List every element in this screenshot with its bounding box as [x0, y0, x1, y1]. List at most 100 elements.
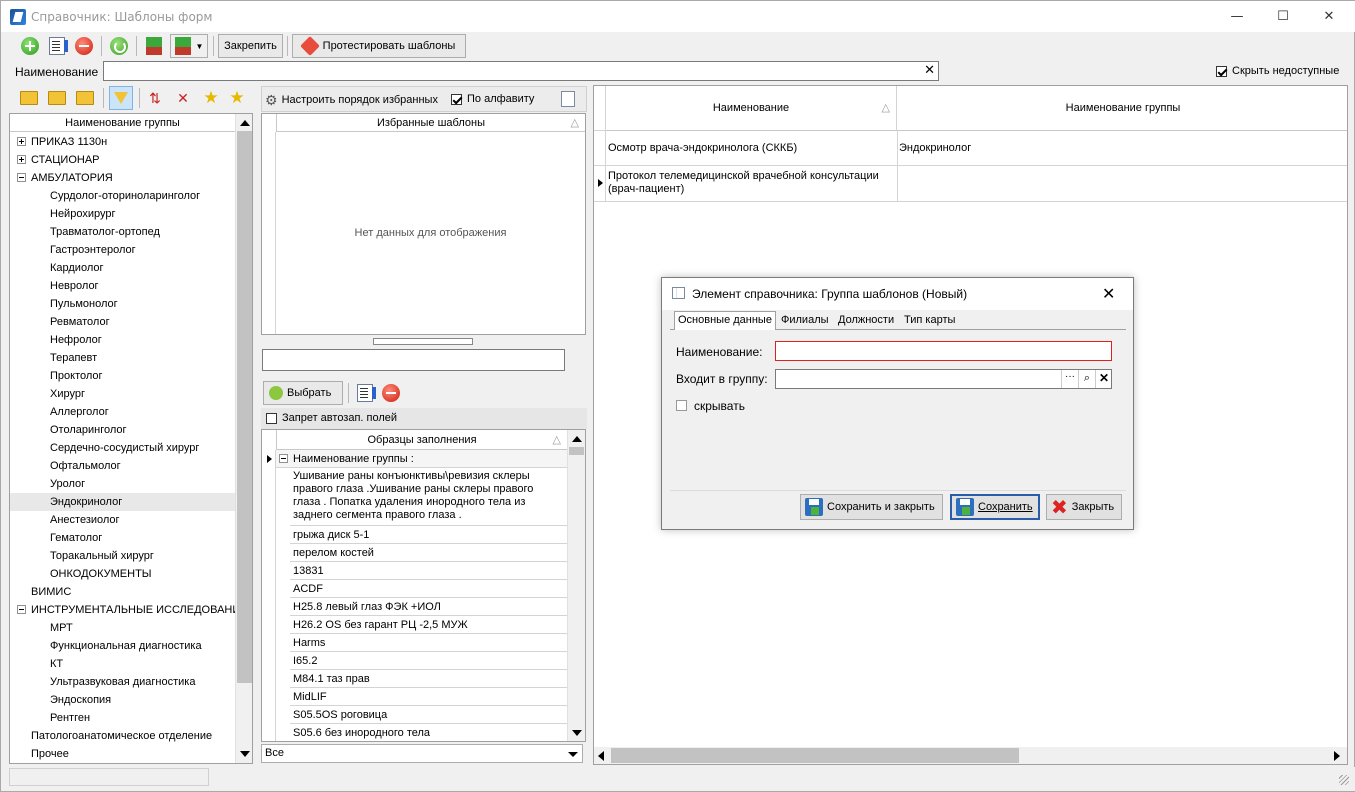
parent-group-input[interactable]: ··· ⌕ ✕ — [775, 369, 1112, 389]
tab-card-type[interactable]: Тип карты — [901, 312, 958, 330]
resize-grip-icon[interactable] — [1339, 775, 1349, 785]
edit-group-button[interactable] — [45, 86, 69, 110]
tree-item[interactable]: СТАЦИОНАР — [10, 151, 235, 169]
samples-group-row[interactable]: Наименование группы : — [276, 450, 567, 468]
tree-item[interactable]: Ревматолог — [10, 313, 235, 331]
save-and-close-button[interactable]: Сохранить и закрыть — [800, 494, 943, 520]
tree-item[interactable]: Гематолог — [10, 529, 235, 547]
expand-icon[interactable] — [17, 155, 26, 164]
tree-item[interactable]: Сурдолог-оториноларинголог — [10, 187, 235, 205]
remove-favorite-button[interactable]: ★ — [225, 86, 249, 110]
tree-item[interactable]: Патологоанатомическое отделение — [10, 727, 235, 745]
scrollbar-thumb[interactable] — [237, 131, 252, 683]
scroll-up-icon[interactable] — [240, 120, 250, 126]
expand-icon[interactable] — [17, 137, 26, 146]
tab-main-data[interactable]: Основные данные — [674, 311, 776, 331]
favorites-column-header[interactable]: Избранные шаблоны △ — [276, 114, 585, 132]
tab-positions[interactable]: Должности — [835, 312, 897, 330]
groups-column-header[interactable]: Наименование группы — [10, 114, 235, 132]
samples-scrollbar[interactable] — [567, 430, 585, 741]
tree-item[interactable]: Функциональная диагностика — [10, 637, 235, 655]
sample-row[interactable]: Ушивание раны конъюнктивы\ревизия склеры… — [290, 468, 567, 526]
search-input[interactable]: ✕ — [103, 61, 939, 81]
samples-column-header[interactable]: Образцы заполнения △ — [276, 430, 567, 450]
tree-item[interactable]: Прочее — [10, 745, 235, 763]
table-row[interactable]: Протокол телемедицинской врачебной консу… — [594, 166, 1347, 202]
search-icon[interactable]: ⌕ — [1078, 370, 1095, 388]
export-dropdown-button[interactable]: ▼ — [170, 34, 208, 58]
delete-group-button[interactable] — [73, 86, 97, 110]
samples-filter-select[interactable]: Все — [261, 744, 583, 763]
tree-item[interactable]: Анестезиолог — [10, 511, 235, 529]
add-favorite-button[interactable]: ★ — [199, 86, 223, 110]
tree-item[interactable]: Нейрохирург — [10, 205, 235, 223]
dialog-cancel-button[interactable]: ✖ Закрыть — [1046, 494, 1122, 520]
tree-item[interactable]: Нефролог — [10, 331, 235, 349]
tree-item[interactable]: Эндокринолог — [10, 493, 235, 511]
filter-button[interactable] — [109, 86, 133, 110]
sample-row[interactable]: грыжа диск 5-1 — [290, 526, 567, 544]
scroll-down-icon[interactable] — [572, 730, 582, 736]
clear-sort-button[interactable]: ✕ — [171, 86, 195, 110]
save-button[interactable]: Сохранить — [950, 494, 1040, 520]
maximize-button[interactable]: ☐ — [1260, 1, 1306, 32]
tree-item[interactable]: АМБУЛАТОРИЯ — [10, 169, 235, 187]
pin-button[interactable]: Закрепить — [218, 34, 283, 58]
tree-item[interactable]: Проктолог — [10, 367, 235, 385]
scroll-left-icon[interactable] — [598, 751, 604, 761]
tree-item[interactable]: Ультразвуковая диагностика — [10, 673, 235, 691]
scroll-right-icon[interactable] — [1334, 751, 1340, 761]
tree-item[interactable]: Хирург — [10, 385, 235, 403]
sample-row[interactable]: I65.2 — [290, 652, 567, 670]
tree-item[interactable]: Аллерголог — [10, 403, 235, 421]
alphabetical-checkbox[interactable] — [451, 94, 462, 105]
tree-item[interactable]: Терапевт — [10, 349, 235, 367]
splitter-handle[interactable] — [373, 338, 473, 345]
scroll-up-icon[interactable] — [572, 436, 582, 442]
add-group-button[interactable] — [17, 86, 41, 110]
tree-item[interactable]: Кардиолог — [10, 259, 235, 277]
sample-row[interactable]: ACDF — [290, 580, 567, 598]
hide-checkbox[interactable] — [676, 400, 687, 411]
clear-search-icon[interactable]: ✕ — [924, 63, 935, 78]
tree-item[interactable]: ОНКОДОКУМЕНТЫ — [10, 565, 235, 583]
choose-button[interactable]: Выбрать — [263, 381, 343, 405]
no-autofill-checkbox[interactable] — [266, 413, 277, 424]
tab-branches[interactable]: Филиалы — [778, 312, 832, 330]
tree-item[interactable]: Офтальмолог — [10, 457, 235, 475]
sample-row[interactable]: H25.8 левый глаз ФЭК +ИОЛ — [290, 598, 567, 616]
tree-item[interactable]: ИНСТРУМЕНТАЛЬНЫЕ ИССЛЕДОВАНИЯ — [10, 601, 248, 619]
tree-item[interactable]: Отоларинголог — [10, 421, 235, 439]
tree-item[interactable]: Рентген — [10, 709, 235, 727]
tree-item[interactable]: МРТ — [10, 619, 235, 637]
collapse-icon[interactable] — [17, 173, 26, 182]
test-templates-button[interactable]: Протестировать шаблоны — [292, 34, 466, 58]
refresh-button[interactable] — [107, 34, 131, 58]
sample-search-input[interactable] — [262, 349, 565, 371]
sample-row[interactable]: MidLIF — [290, 688, 567, 706]
sample-row[interactable]: перелом костей — [290, 544, 567, 562]
clear-group-icon[interactable]: ✕ — [1095, 370, 1112, 388]
groups-tree-scrollbar[interactable] — [235, 114, 252, 763]
edit-button[interactable] — [45, 34, 69, 58]
tree-item[interactable]: Травматолог-ортопед — [10, 223, 235, 241]
sample-row[interactable]: S05.5OS роговица — [290, 706, 567, 724]
scroll-down-icon[interactable] — [240, 751, 250, 757]
tree-item[interactable]: КТ — [10, 655, 235, 673]
name-input[interactable] — [775, 341, 1112, 361]
browse-button[interactable]: ··· — [1061, 370, 1078, 388]
edit-sample-button[interactable] — [353, 381, 377, 405]
minimize-button[interactable]: — — [1214, 1, 1260, 32]
tree-item[interactable]: Невролог — [10, 277, 235, 295]
column-header-group[interactable]: Наименование группы — [897, 86, 1347, 131]
tree-item[interactable]: Гастроэнтеролог — [10, 241, 235, 259]
column-header-name[interactable]: Наименование △ — [606, 86, 897, 131]
tree-item[interactable]: Уролог — [10, 475, 235, 493]
dialog-close-button[interactable]: ✕ — [1102, 284, 1115, 303]
tree-item[interactable]: Торакальный хирург — [10, 547, 235, 565]
chevron-down-icon[interactable] — [568, 752, 578, 757]
order-favorites-button[interactable]: ⚙ Настроить порядок избранных — [265, 90, 438, 110]
collapse-icon[interactable] — [279, 454, 288, 463]
copy-icon[interactable] — [561, 91, 575, 107]
sort-button[interactable]: ⇅ — [143, 86, 167, 110]
